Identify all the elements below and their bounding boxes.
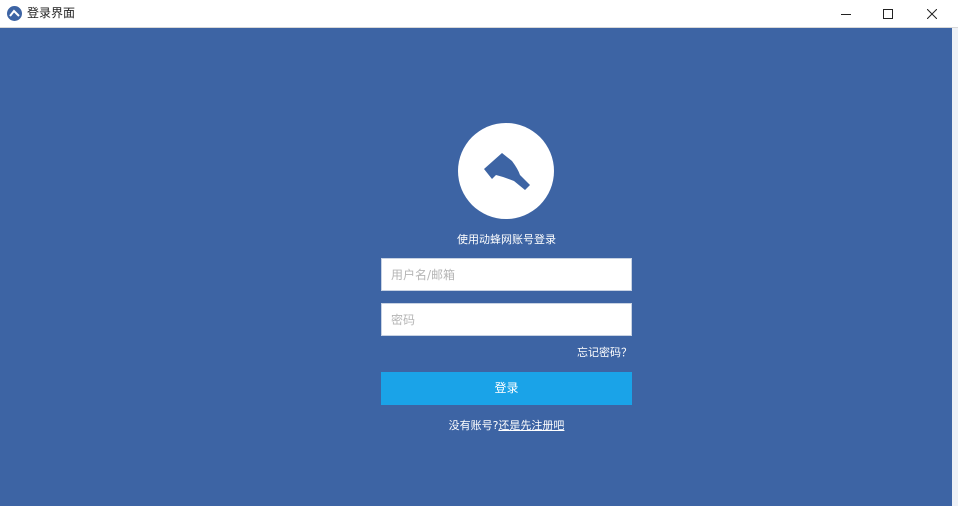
password-field[interactable] [381,303,632,336]
close-button[interactable] [910,0,954,27]
title-bar: 登录界面 [0,0,958,28]
app-logo-icon [7,6,22,21]
register-prompt: 没有账号?还是先注册吧 [381,419,632,433]
username-field[interactable] [381,258,632,291]
login-subtitle: 使用动蜂网账号登录 [457,233,556,246]
maximize-icon [883,8,893,19]
window-title: 登录界面 [27,6,76,20]
forgot-password-link[interactable]: 忘记密码？ [540,346,632,360]
minimize-icon [841,13,851,15]
window-edge [952,28,958,506]
register-link[interactable]: 还是先注册吧 [498,419,564,432]
login-button[interactable]: 登录 [381,372,632,405]
maximize-button[interactable] [866,0,910,27]
close-icon [927,8,937,19]
minimize-button[interactable] [824,0,868,27]
no-account-text: 没有账号? [448,419,499,432]
axe-logo-icon [458,123,554,219]
login-window: 登录界面 使用动蜂网账号登录 忘记密码？ 登录 没有账号?还是先注册吧 [0,0,958,506]
